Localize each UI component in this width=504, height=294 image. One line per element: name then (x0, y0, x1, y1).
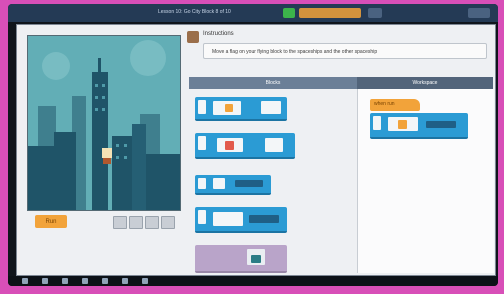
photo-frame: Lesson 10: Go City Block 8 of 10 Run Ins… (8, 4, 498, 286)
building (54, 132, 76, 210)
building (112, 136, 134, 210)
block-slot (198, 178, 206, 189)
block-slot (235, 180, 263, 187)
workspace-area: when run (357, 89, 494, 273)
block-slot (198, 136, 206, 150)
antenna (98, 58, 101, 74)
level-badge[interactable] (283, 8, 295, 18)
stage-canvas (27, 35, 181, 211)
code-block[interactable] (370, 113, 468, 139)
block-slot (249, 215, 279, 223)
city-icon (251, 255, 261, 263)
start-icon[interactable] (22, 278, 28, 284)
dropdown-slot[interactable] (265, 138, 283, 152)
cloud (130, 40, 166, 76)
sprite-character (103, 158, 111, 164)
building (132, 124, 146, 210)
sprite-icon (398, 120, 407, 129)
block-slot (373, 116, 381, 130)
workspace-header: Workspace (357, 77, 493, 89)
city-scene (28, 36, 180, 210)
code-block[interactable] (195, 175, 271, 195)
code-block[interactable] (195, 133, 295, 159)
instructions-panel: Instructions Move a flag on your flying … (187, 29, 489, 69)
speaker-icon[interactable] (145, 216, 159, 229)
course-title: Lesson 10: Go City Block 8 of 10 (158, 9, 231, 15)
building (146, 154, 180, 210)
instructions-title: Instructions (203, 31, 234, 37)
speaker-icon (213, 178, 225, 189)
cloud (42, 52, 70, 80)
app-icon[interactable] (42, 278, 48, 284)
app-icon[interactable] (142, 278, 148, 284)
flag-icon (225, 141, 234, 150)
stage-controls: Run (27, 213, 179, 231)
app-icon[interactable] (82, 278, 88, 284)
taskbar (8, 276, 498, 286)
building (28, 146, 58, 210)
block-slot (198, 210, 206, 224)
code-block[interactable] (195, 207, 287, 233)
tower-building (92, 72, 108, 210)
block-slot (426, 121, 456, 128)
dropdown-slot[interactable] (261, 101, 281, 114)
gear-icon[interactable] (161, 216, 175, 229)
code-block[interactable] (195, 97, 287, 121)
toolbox (189, 89, 357, 273)
instructions-text: Move a flag on your flying block to the … (203, 43, 487, 59)
sprite-icon (225, 104, 233, 112)
block-slot (198, 100, 206, 114)
run-button[interactable]: Run (35, 215, 67, 228)
app-window: Run Instructions Move a flag on your fly… (16, 24, 496, 276)
app-icon[interactable] (62, 278, 68, 284)
code-block[interactable] (195, 245, 287, 273)
toolbox-header: Blocks (189, 77, 357, 89)
when-run-block[interactable]: when run (370, 99, 420, 111)
avatar (187, 31, 199, 43)
when-run-label: when run (374, 101, 395, 107)
sprite-character (102, 148, 112, 158)
top-bar: Lesson 10: Go City Block 8 of 10 (8, 4, 498, 22)
account-button[interactable] (468, 8, 490, 18)
step-icon[interactable] (113, 216, 127, 229)
app-icon[interactable] (102, 278, 108, 284)
settings-icon[interactable] (368, 8, 382, 18)
progress-bar (299, 8, 361, 18)
block-slot (213, 212, 243, 226)
reset-icon[interactable] (129, 216, 143, 229)
app-icon[interactable] (122, 278, 128, 284)
